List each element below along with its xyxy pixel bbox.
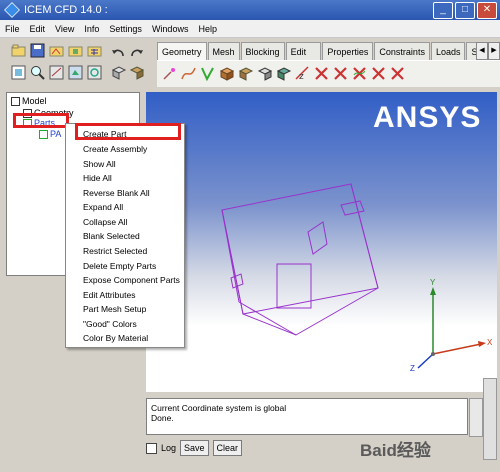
right-scrollbar[interactable] bbox=[483, 378, 497, 460]
menu-item-collapse-all[interactable]: Collapse All bbox=[83, 217, 127, 227]
solid-model-icon[interactable] bbox=[128, 64, 145, 81]
title-bar: ICEM CFD 14.0 : _ □ ✕ bbox=[0, 0, 500, 20]
tab-loads[interactable]: Loads bbox=[430, 42, 466, 61]
create-surface-icon[interactable] bbox=[199, 65, 216, 82]
create-body-icon[interactable] bbox=[218, 65, 235, 82]
menu-bar: File Edit View Info Settings Windows Hel… bbox=[0, 20, 500, 38]
log-controls: Log Save Clear bbox=[146, 438, 243, 458]
tab-properties[interactable]: Properties bbox=[322, 42, 374, 61]
check-icon[interactable] bbox=[39, 130, 48, 140]
open-mesh-icon[interactable] bbox=[86, 42, 103, 59]
menu-edit[interactable]: Edit bbox=[25, 24, 51, 34]
open-geometry-icon[interactable] bbox=[48, 42, 65, 59]
repair-geometry-icon[interactable] bbox=[256, 65, 273, 82]
create-point-icon[interactable] bbox=[161, 65, 178, 82]
axis-z-label: Z bbox=[410, 364, 415, 373]
menu-info[interactable]: Info bbox=[79, 24, 104, 34]
main-toolbar bbox=[0, 38, 145, 88]
menu-item-edit-attributes[interactable]: Edit Attributes bbox=[83, 290, 135, 300]
menu-item-delete-empty-parts[interactable]: Delete Empty Parts bbox=[83, 261, 156, 271]
tab-mesh[interactable]: Mesh bbox=[207, 42, 240, 61]
menu-item-restrict-selected[interactable]: Restrict Selected bbox=[83, 246, 147, 256]
delete-point-icon[interactable] bbox=[332, 65, 349, 82]
axis-y-label: Y bbox=[430, 278, 436, 287]
tab-geometry[interactable]: Geometry bbox=[157, 42, 207, 62]
fit-window-icon[interactable] bbox=[10, 64, 27, 81]
menu-item-color-by-material[interactable]: Color By Material bbox=[83, 333, 148, 343]
menu-windows[interactable]: Windows bbox=[147, 24, 194, 34]
message-log: Current Coordinate system is global Done… bbox=[146, 398, 468, 435]
shading-icon[interactable] bbox=[110, 64, 127, 81]
log-checkbox[interactable] bbox=[146, 442, 157, 454]
create-part-highlight-box bbox=[75, 123, 181, 140]
clear-log-button[interactable]: Clear bbox=[212, 440, 243, 456]
tree-node-part[interactable]: PA bbox=[39, 129, 61, 140]
maximize-button[interactable]: □ bbox=[455, 2, 475, 19]
tab-blocking[interactable]: Blocking bbox=[240, 42, 285, 61]
wireframe-model bbox=[221, 183, 486, 369]
redo-icon[interactable] bbox=[128, 44, 145, 61]
log-scrollbar[interactable] bbox=[469, 398, 483, 437]
menu-item-show-all[interactable]: Show All bbox=[83, 159, 116, 169]
undo-icon[interactable] bbox=[110, 44, 127, 61]
menu-file[interactable]: File bbox=[0, 24, 25, 34]
context-menu: Create Part Create Assembly Show All Hid… bbox=[65, 123, 185, 348]
log-checkbox-label: Log bbox=[161, 443, 177, 453]
delete-any-icon[interactable] bbox=[389, 65, 406, 82]
menu-item-create-assembly[interactable]: Create Assembly bbox=[83, 144, 147, 154]
menu-item-good-colors[interactable]: "Good" Colors bbox=[83, 319, 137, 329]
geometry-toolbar: z bbox=[157, 60, 500, 87]
tree-node-model[interactable]: Model bbox=[11, 96, 47, 107]
log-line: Done. bbox=[151, 413, 174, 423]
ansys-logo: ANSYS bbox=[373, 101, 482, 134]
transform-geometry-icon[interactable]: z bbox=[294, 65, 311, 82]
close-button[interactable]: ✕ bbox=[477, 2, 497, 19]
app-icon bbox=[4, 2, 20, 18]
tab-edit-mesh[interactable]: Edit Mesh bbox=[285, 42, 322, 71]
svg-text:z: z bbox=[299, 72, 304, 82]
create-faceted-icon[interactable] bbox=[237, 65, 254, 82]
tree-expand-icon[interactable] bbox=[11, 97, 20, 107]
minimize-button[interactable]: _ bbox=[433, 2, 453, 19]
menu-view[interactable]: View bbox=[50, 24, 79, 34]
menu-help[interactable]: Help bbox=[193, 24, 222, 34]
menu-item-hide-all[interactable]: Hide All bbox=[83, 173, 112, 183]
open-project-icon[interactable] bbox=[10, 42, 27, 59]
menu-item-expand-all[interactable]: Expand All bbox=[83, 202, 123, 212]
window-title: ICEM CFD 14.0 : bbox=[24, 4, 108, 16]
zoom-icon[interactable] bbox=[29, 64, 46, 81]
menu-settings[interactable]: Settings bbox=[104, 24, 147, 34]
function-tabs: Geometry Mesh Blocking Edit Mesh Propert… bbox=[157, 42, 500, 71]
tab-scroll-right[interactable]: ▶ bbox=[488, 42, 500, 60]
watermark: Baid经验 bbox=[360, 441, 431, 460]
open-blocking-icon[interactable] bbox=[67, 42, 84, 59]
create-curve-icon[interactable] bbox=[180, 65, 197, 82]
axis-x-label: X bbox=[487, 338, 493, 347]
axis-triad bbox=[417, 287, 486, 369]
graphics-viewport[interactable]: Y X Z bbox=[146, 92, 497, 392]
parts-highlight-box bbox=[13, 113, 69, 128]
menu-item-reverse-blank-all[interactable]: Reverse Blank All bbox=[83, 188, 150, 198]
measure-icon[interactable] bbox=[48, 64, 65, 81]
tab-scroll-left[interactable]: ◀ bbox=[476, 42, 488, 60]
view-icon[interactable] bbox=[67, 64, 84, 81]
geometry-ops-icon[interactable] bbox=[275, 65, 292, 82]
delete-curve-icon[interactable] bbox=[351, 65, 368, 82]
tab-constraints[interactable]: Constraints bbox=[374, 42, 430, 61]
save-log-button[interactable]: Save bbox=[180, 440, 209, 456]
menu-item-blank-selected[interactable]: Blank Selected bbox=[83, 231, 140, 241]
save-project-icon[interactable] bbox=[29, 42, 46, 59]
restore-icon[interactable] bbox=[313, 65, 330, 82]
refresh-icon[interactable] bbox=[86, 64, 103, 81]
delete-surface-icon[interactable] bbox=[370, 65, 387, 82]
menu-item-expose-component-parts[interactable]: Expose Component Parts bbox=[83, 275, 180, 285]
log-line: Current Coordinate system is global bbox=[151, 403, 287, 413]
menu-item-part-mesh-setup[interactable]: Part Mesh Setup bbox=[83, 304, 146, 314]
